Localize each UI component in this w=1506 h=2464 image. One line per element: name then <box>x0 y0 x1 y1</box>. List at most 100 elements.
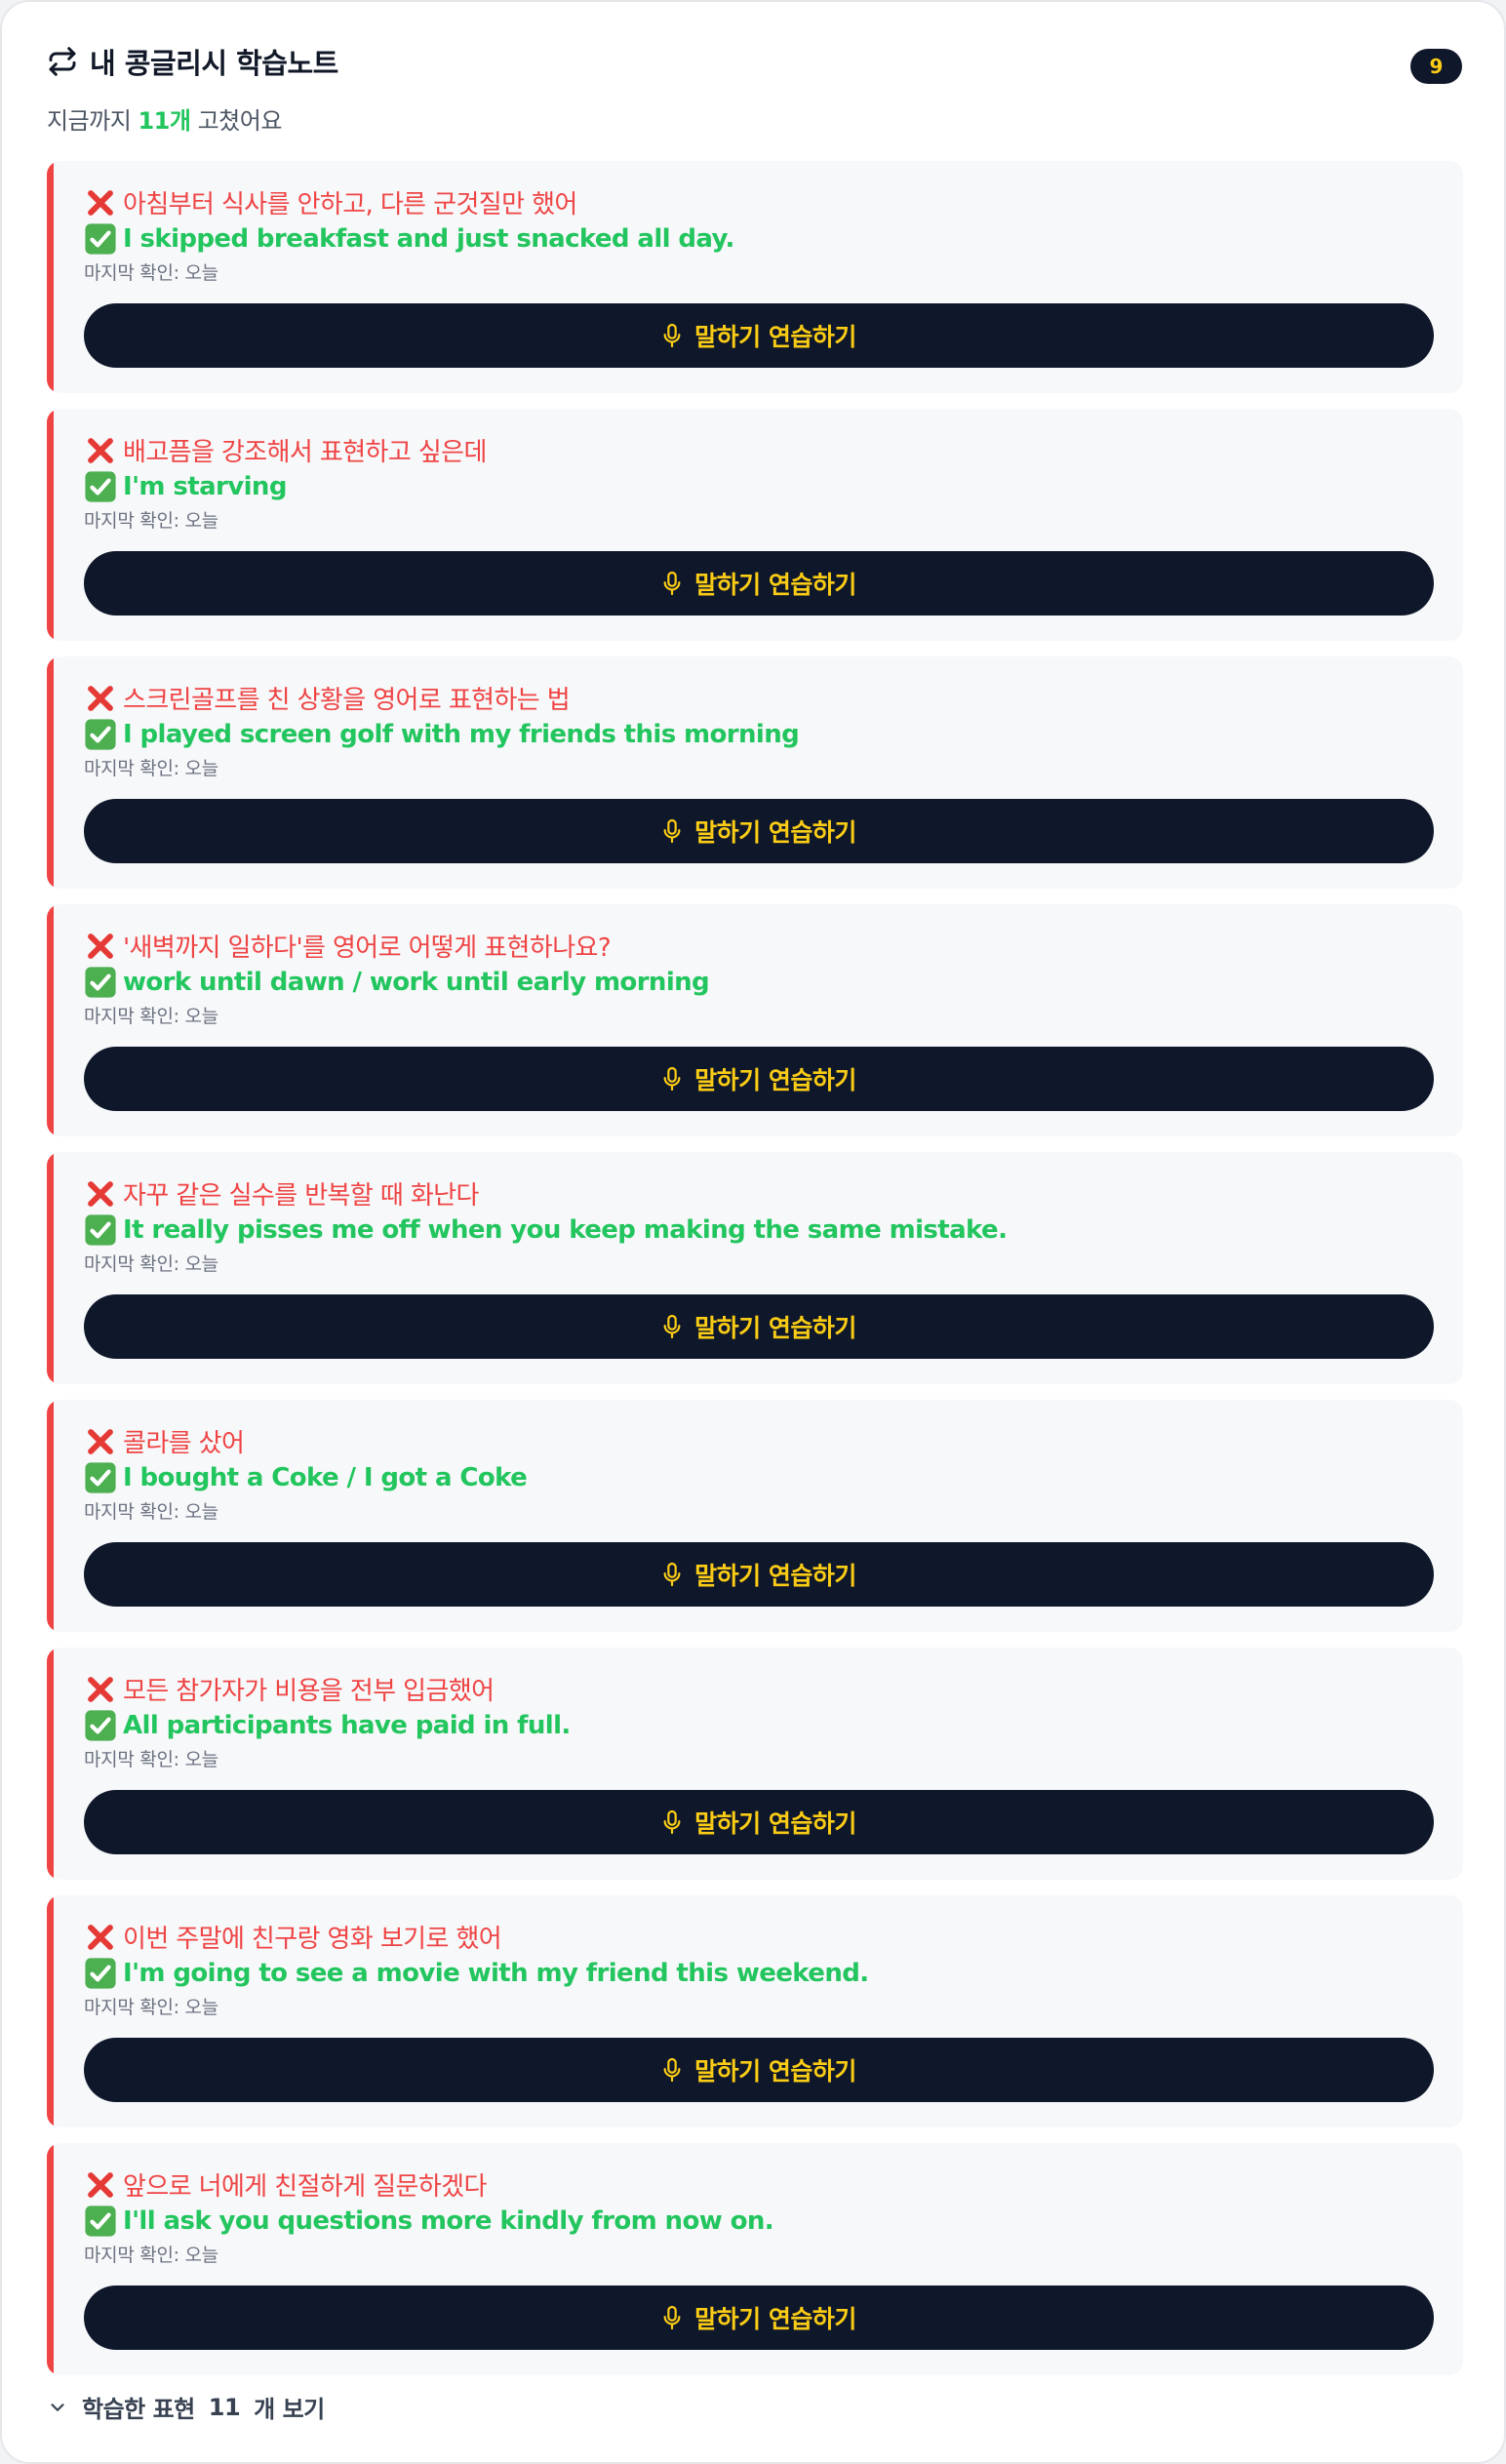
correct-expression-text: work until dawn / work until early morni… <box>123 968 710 997</box>
correction-summary: 지금까지 11개 고쳤어요 <box>47 101 282 136</box>
wrong-expression-text: 이번 주말에 친구랑 영화 보기로 했어 <box>123 1925 502 1954</box>
note-card: 앞으로 너에게 친절하게 질문하겠다 I'll ask you question… <box>47 2143 1463 2375</box>
check-mark-icon <box>85 1462 116 1493</box>
summary-prefix: 지금까지 <box>47 107 132 135</box>
microphone-icon <box>663 2305 681 2330</box>
wrong-expression: 자꾸 같은 실수를 반복할 때 화난다 <box>84 1175 479 1212</box>
card-accent-bar <box>47 1895 54 2127</box>
correct-expression: It really pisses me off when you keep ma… <box>84 1213 1008 1247</box>
correct-expression: All participants have paid in full. <box>84 1709 571 1742</box>
practice-speaking-label: 말하기 연습하기 <box>694 2057 856 2086</box>
microphone-icon <box>663 571 681 596</box>
panel-header: 내 콩글리시 학습노트 <box>47 41 338 82</box>
correct-expression: I'm starving <box>84 470 287 503</box>
cross-mark-icon <box>88 1428 113 1454</box>
wrong-expression-text: 배고픔을 강조해서 표현하고 싶은데 <box>123 438 487 467</box>
card-accent-bar <box>47 2143 54 2375</box>
check-mark-icon <box>85 471 116 502</box>
last-checked: 마지막 확인: 오늘 <box>84 262 218 284</box>
note-card: 자꾸 같은 실수를 반복할 때 화난다 It really pisses me … <box>47 1152 1463 1384</box>
check-mark-icon <box>85 1710 116 1741</box>
wrong-expression-text: 모든 참가자가 비용을 전부 입금했어 <box>123 1677 495 1706</box>
practice-speaking-label: 말하기 연습하기 <box>694 1066 856 1094</box>
practice-speaking-label: 말하기 연습하기 <box>694 818 856 847</box>
wrong-expression: 모든 참가자가 비용을 전부 입금했어 <box>84 1671 495 1707</box>
microphone-icon <box>663 818 681 844</box>
practice-speaking-label: 말하기 연습하기 <box>694 571 856 599</box>
practice-speaking-button[interactable]: 말하기 연습하기 <box>84 1294 1434 1359</box>
practice-speaking-button[interactable]: 말하기 연습하기 <box>84 1542 1434 1607</box>
microphone-icon <box>663 1562 681 1587</box>
last-checked: 마지막 확인: 오늘 <box>84 1253 218 1275</box>
wrong-expression-text: 콜라를 샀어 <box>123 1429 245 1458</box>
correct-expression: I played screen golf with my friends thi… <box>84 718 800 751</box>
note-card: 아침부터 식사를 안하고, 다른 군것질만 했어 I skipped break… <box>47 161 1463 393</box>
card-accent-bar <box>47 409 54 641</box>
microphone-icon <box>663 1066 681 1092</box>
cross-mark-icon <box>88 1676 113 1702</box>
correct-expression: work until dawn / work until early morni… <box>84 966 710 999</box>
count-badge: 9 <box>1410 49 1462 84</box>
wrong-expression: 배고픔을 강조해서 표현하고 싶은데 <box>84 432 487 468</box>
wrong-expression-text: 아침부터 식사를 안하고, 다른 군것질만 했어 <box>123 190 577 219</box>
microphone-icon <box>663 323 681 348</box>
wrong-expression: 아침부터 식사를 안하고, 다른 군것질만 했어 <box>84 184 577 220</box>
wrong-expression-text: 앞으로 너에게 친절하게 질문하겠다 <box>123 2172 487 2202</box>
page-title: 내 콩글리시 학습노트 <box>90 47 338 80</box>
practice-speaking-button[interactable]: 말하기 연습하기 <box>84 2285 1434 2350</box>
check-mark-icon <box>85 2206 116 2237</box>
check-mark-icon <box>85 1214 116 1246</box>
wrong-expression: '새벽까지 일하다'를 영어로 어떻게 표현하나요? <box>84 928 612 964</box>
cross-mark-icon <box>88 1180 113 1207</box>
practice-speaking-label: 말하기 연습하기 <box>694 2305 856 2333</box>
show-learned-suffix: 개 보기 <box>254 2396 325 2423</box>
last-checked: 마지막 확인: 오늘 <box>84 1749 218 1770</box>
correct-expression-text: It really pisses me off when you keep ma… <box>123 1215 1008 1245</box>
practice-speaking-button[interactable]: 말하기 연습하기 <box>84 2038 1434 2102</box>
repeat-icon <box>49 47 76 76</box>
correct-expression-text: I bought a Coke / I got a Coke <box>123 1463 528 1492</box>
card-accent-bar <box>47 656 54 889</box>
show-learned-toggle[interactable]: 학습한 표현 11 개 보기 <box>47 2390 325 2424</box>
wrong-expression: 콜라를 샀어 <box>84 1423 245 1459</box>
cross-mark-icon <box>88 189 113 216</box>
summary-count: 11개 <box>138 107 191 135</box>
check-mark-icon <box>85 967 116 998</box>
practice-speaking-label: 말하기 연습하기 <box>694 323 856 351</box>
correct-expression: I'll ask you questions more kindly from … <box>84 2205 774 2238</box>
cross-mark-icon <box>88 2171 113 2198</box>
practice-speaking-button[interactable]: 말하기 연습하기 <box>84 799 1434 863</box>
last-checked: 마지막 확인: 오늘 <box>84 758 218 779</box>
microphone-icon <box>663 2057 681 2083</box>
correct-expression: I skipped breakfast and just snacked all… <box>84 222 734 256</box>
correct-expression-text: All participants have paid in full. <box>123 1711 571 1740</box>
practice-speaking-button[interactable]: 말하기 연습하기 <box>84 303 1434 368</box>
correct-expression-text: I'll ask you questions more kindly from … <box>123 2206 774 2236</box>
wrong-expression-text: 스크린골프를 친 상황을 영어로 표현하는 법 <box>123 686 571 715</box>
practice-speaking-label: 말하기 연습하기 <box>694 1562 856 1590</box>
learning-note-panel: 내 콩글리시 학습노트 9 지금까지 11개 고쳤어요 아침부터 식사를 안하고… <box>0 0 1506 2464</box>
note-card-list: 아침부터 식사를 안하고, 다른 군것질만 했어 I skipped break… <box>47 161 1463 2391</box>
correct-expression-text: I'm going to see a movie with my friend … <box>123 1959 869 1988</box>
practice-speaking-label: 말하기 연습하기 <box>694 1314 856 1342</box>
wrong-expression-text: '새벽까지 일하다'를 영어로 어떻게 표현하나요? <box>123 934 612 963</box>
cross-mark-icon <box>88 437 113 463</box>
chevron-down-icon <box>51 2403 64 2411</box>
practice-speaking-label: 말하기 연습하기 <box>694 1809 856 1838</box>
practice-speaking-button[interactable]: 말하기 연습하기 <box>84 551 1434 616</box>
cross-mark-icon <box>88 1924 113 1950</box>
last-checked: 마지막 확인: 오늘 <box>84 2245 218 2266</box>
wrong-expression: 이번 주말에 친구랑 영화 보기로 했어 <box>84 1919 502 1955</box>
note-card: 스크린골프를 친 상황을 영어로 표현하는 법 I played screen … <box>47 656 1463 889</box>
last-checked: 마지막 확인: 오늘 <box>84 1997 218 2018</box>
check-mark-icon <box>85 1958 116 1989</box>
learned-count: 11 <box>208 2393 241 2421</box>
wrong-expression: 스크린골프를 친 상황을 영어로 표현하는 법 <box>84 680 571 716</box>
card-accent-bar <box>47 1648 54 1880</box>
correct-expression-text: I skipped breakfast and just snacked all… <box>123 224 734 254</box>
card-accent-bar <box>47 1400 54 1632</box>
check-mark-icon <box>85 223 116 255</box>
card-accent-bar <box>47 161 54 393</box>
practice-speaking-button[interactable]: 말하기 연습하기 <box>84 1047 1434 1111</box>
practice-speaking-button[interactable]: 말하기 연습하기 <box>84 1790 1434 1854</box>
